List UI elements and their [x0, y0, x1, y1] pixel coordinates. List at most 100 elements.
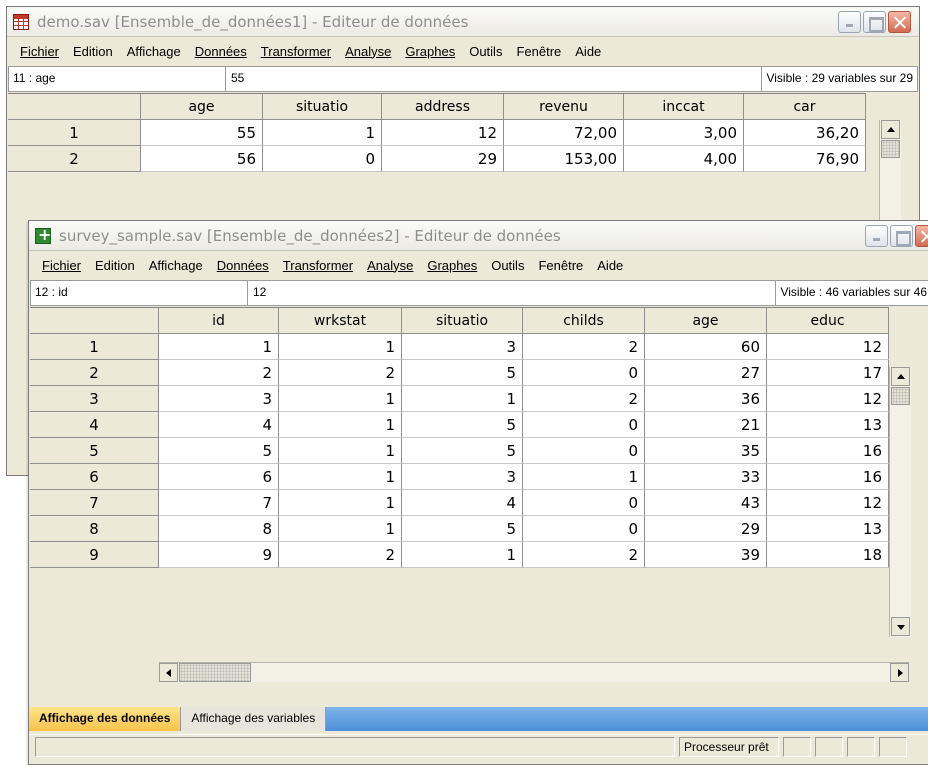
row-header[interactable]: 1: [8, 120, 141, 146]
row-header[interactable]: 8: [30, 516, 159, 542]
row-header[interactable]: 6: [30, 464, 159, 490]
data-cell[interactable]: 43: [645, 490, 767, 516]
menu-edition[interactable]: Edition: [88, 258, 142, 273]
data-cell[interactable]: 12: [767, 490, 889, 516]
data-cell[interactable]: 9: [159, 542, 279, 568]
row-header[interactable]: 9: [30, 542, 159, 568]
menu-fenetre[interactable]: Fenêtre: [509, 44, 568, 59]
data-cell[interactable]: 5: [159, 438, 279, 464]
survey-data-editor-window[interactable]: survey_sample.sav [Ensemble_de_données2]…: [28, 220, 928, 765]
data-cell[interactable]: 1: [279, 334, 402, 360]
data-cell[interactable]: 12: [767, 386, 889, 412]
data-cell[interactable]: 2: [523, 386, 645, 412]
data-cell[interactable]: 0: [523, 412, 645, 438]
minimize-icon[interactable]: [838, 11, 861, 33]
data-cell[interactable]: 5: [402, 438, 523, 464]
row-header[interactable]: 7: [30, 490, 159, 516]
data-cell[interactable]: 0: [523, 490, 645, 516]
data-cell[interactable]: 29: [382, 146, 504, 172]
row-header[interactable]: 1: [30, 334, 159, 360]
data-cell[interactable]: 12: [767, 334, 889, 360]
scroll-right-icon[interactable]: [890, 663, 909, 682]
data-cell[interactable]: 0: [523, 360, 645, 386]
data-cell[interactable]: 6: [159, 464, 279, 490]
data-cell[interactable]: 1: [263, 120, 382, 146]
menu-outils[interactable]: Outils: [462, 44, 509, 59]
scroll-thumb[interactable]: [891, 387, 910, 405]
data-cell[interactable]: 76,90: [744, 146, 866, 172]
data-cell[interactable]: 16: [767, 464, 889, 490]
data-cell[interactable]: 55: [141, 120, 263, 146]
data-cell[interactable]: 12: [382, 120, 504, 146]
menu-edition[interactable]: Edition: [66, 44, 120, 59]
data-cell[interactable]: 33: [645, 464, 767, 490]
menu-donnees[interactable]: Données: [210, 258, 276, 273]
menu-transformer[interactable]: Transformer: [254, 44, 338, 59]
corner-cell[interactable]: [8, 94, 141, 120]
scroll-up-icon[interactable]: [891, 367, 910, 386]
data-cell[interactable]: 13: [767, 516, 889, 542]
title-bar[interactable]: survey_sample.sav [Ensemble_de_données2]…: [29, 221, 928, 251]
column-header[interactable]: educ: [767, 308, 889, 334]
data-cell[interactable]: 3: [402, 464, 523, 490]
maximize-icon[interactable]: [890, 225, 913, 247]
data-cell[interactable]: 8: [159, 516, 279, 542]
minimize-icon[interactable]: [865, 225, 888, 247]
vertical-scrollbar[interactable]: [889, 367, 911, 637]
data-cell[interactable]: 13: [767, 412, 889, 438]
horizontal-scrollbar[interactable]: [159, 662, 909, 682]
data-cell[interactable]: 1: [279, 412, 402, 438]
data-cell[interactable]: 0: [523, 438, 645, 464]
data-cell[interactable]: 39: [645, 542, 767, 568]
data-cell[interactable]: 3: [402, 334, 523, 360]
data-cell[interactable]: 0: [263, 146, 382, 172]
menu-aide[interactable]: Aide: [590, 258, 630, 273]
column-header[interactable]: car: [744, 94, 866, 120]
tab-data-view[interactable]: Affichage des données: [29, 707, 182, 731]
data-cell[interactable]: 1: [279, 490, 402, 516]
data-cell[interactable]: 72,00: [504, 120, 624, 146]
scroll-thumb[interactable]: [881, 140, 900, 158]
menu-analyse[interactable]: Analyse: [360, 258, 420, 273]
data-cell[interactable]: 2: [279, 360, 402, 386]
menu-analyse[interactable]: Analyse: [338, 44, 398, 59]
data-cell[interactable]: 7: [159, 490, 279, 516]
menu-aide[interactable]: Aide: [568, 44, 608, 59]
column-header[interactable]: inccat: [624, 94, 744, 120]
column-header[interactable]: revenu: [504, 94, 624, 120]
data-cell[interactable]: 29: [645, 516, 767, 542]
title-bar[interactable]: demo.sav [Ensemble_de_données1] - Editeu…: [7, 7, 919, 37]
row-header[interactable]: 3: [30, 386, 159, 412]
data-cell[interactable]: 27: [645, 360, 767, 386]
row-header[interactable]: 4: [30, 412, 159, 438]
data-cell[interactable]: 0: [523, 516, 645, 542]
data-cell[interactable]: 5: [402, 412, 523, 438]
data-cell[interactable]: 4: [159, 412, 279, 438]
scroll-up-icon[interactable]: [881, 120, 900, 139]
data-cell[interactable]: 17: [767, 360, 889, 386]
data-cell[interactable]: 60: [645, 334, 767, 360]
data-cell[interactable]: 2: [279, 542, 402, 568]
row-header[interactable]: 5: [30, 438, 159, 464]
menu-outils[interactable]: Outils: [484, 258, 531, 273]
menu-fenetre[interactable]: Fenêtre: [531, 258, 590, 273]
data-cell[interactable]: 5: [402, 516, 523, 542]
data-cell[interactable]: 153,00: [504, 146, 624, 172]
close-icon[interactable]: [888, 11, 911, 33]
cell-value-input[interactable]: 55: [227, 67, 248, 91]
data-cell[interactable]: 1: [159, 334, 279, 360]
maximize-icon[interactable]: [863, 11, 886, 33]
column-header[interactable]: age: [645, 308, 767, 334]
column-header[interactable]: id: [159, 308, 279, 334]
data-cell[interactable]: 1: [279, 464, 402, 490]
data-cell[interactable]: 35: [645, 438, 767, 464]
data-cell[interactable]: 2: [523, 334, 645, 360]
data-cell[interactable]: 1: [523, 464, 645, 490]
menu-fichier[interactable]: Fichier: [13, 44, 66, 59]
menu-affichage[interactable]: Affichage: [120, 44, 188, 59]
menu-graphes[interactable]: Graphes: [398, 44, 462, 59]
close-icon[interactable]: [915, 225, 928, 247]
data-cell[interactable]: 3,00: [624, 120, 744, 146]
tab-variable-view[interactable]: Affichage des variables: [181, 707, 327, 731]
data-cell[interactable]: 5: [402, 360, 523, 386]
